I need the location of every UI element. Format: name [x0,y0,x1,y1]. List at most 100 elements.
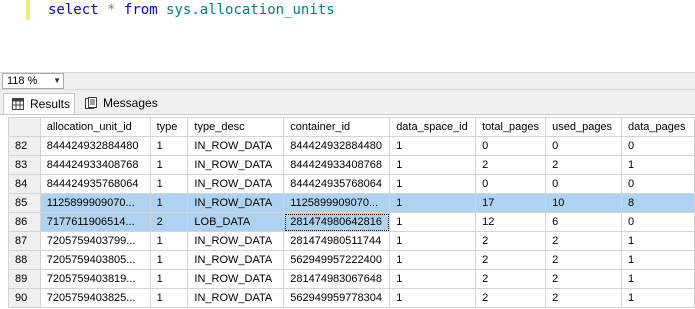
row-number[interactable]: 84 [8,174,41,194]
grid-cell[interactable]: 1 [389,288,477,308]
grid-cell[interactable]: 7205759403805... [39,250,151,270]
grid-cell[interactable]: 844424933408768 [283,155,391,175]
grid-cell[interactable]: 562949959778304 [283,288,391,308]
column-header[interactable]: type [149,117,189,137]
grid-cell[interactable]: 1 [389,231,477,251]
grid-cell[interactable]: 1 [149,288,189,308]
grid-cell[interactable]: 844424932884480 [39,136,151,156]
grid-cell[interactable]: 12 [475,212,547,232]
grid-cell[interactable]: 1 [149,136,189,156]
grid-cell[interactable]: 0 [621,212,695,232]
grid-corner[interactable] [8,117,41,137]
grid-cell[interactable]: 1 [149,193,189,213]
grid-cell[interactable]: 0 [621,136,695,156]
grid-cell[interactable]: 0 [621,174,695,194]
grid-cell[interactable]: 1125899909070... [39,193,151,213]
grid-cell[interactable]: 2 [545,250,622,270]
column-header[interactable]: total_pages [475,117,547,137]
tab-results[interactable]: Results [3,93,75,114]
grid-cell[interactable]: IN_ROW_DATA [187,193,285,213]
grid-cell[interactable]: 2 [475,269,547,289]
grid-cell[interactable]: 8 [621,193,695,213]
grid-cell[interactable]: 1 [149,174,189,194]
grid-cell[interactable]: 1 [389,136,477,156]
row-number[interactable]: 82 [8,136,41,156]
column-header[interactable]: type_desc [187,117,285,137]
grid-cell[interactable]: 0 [545,174,622,194]
results-table: allocation_unit_id type type_desc contai… [8,117,695,308]
grid-cell[interactable]: 2 [475,231,547,251]
row-number[interactable]: 85 [8,193,41,213]
column-header[interactable]: used_pages [545,117,622,137]
grid-cell[interactable]: 1 [149,155,189,175]
grid-cell[interactable]: 562949957222400 [283,250,391,270]
grid-cell[interactable]: 1 [149,269,189,289]
grid-cell[interactable]: 2 [545,231,622,251]
zoom-select[interactable]: 118 % ▼ [2,73,64,89]
grid-cell[interactable]: 0 [475,136,547,156]
row-number[interactable]: 83 [8,155,41,175]
query-editor[interactable]: select * from sys.allocation_units [0,0,695,72]
grid-cell[interactable]: 1 [621,231,695,251]
column-header[interactable]: allocation_unit_id [39,117,151,137]
grid-cell[interactable]: 7177611906514... [39,212,151,232]
grid-cell[interactable]: 281474983067648 [283,269,391,289]
grid-cell-focused[interactable]: 281474980642816 [283,212,391,232]
grid-cell[interactable]: 2 [545,288,622,308]
grid-cell[interactable]: 2 [545,155,622,175]
grid-cell[interactable]: 1 [621,250,695,270]
grid-cell[interactable]: 1 [389,193,477,213]
grid-cell[interactable]: 1 [621,288,695,308]
grid-cell[interactable]: 1 [389,269,477,289]
grid-cell[interactable]: 844424935768064 [39,174,151,194]
grid-cell[interactable]: IN_ROW_DATA [187,250,285,270]
row-number[interactable]: 90 [8,288,41,308]
chevron-down-icon[interactable]: ▼ [53,74,61,88]
tab-messages[interactable]: Messages [77,93,158,113]
grid-cell[interactable]: 2 [545,269,622,289]
grid-cell[interactable]: 2 [475,155,547,175]
grid-cell[interactable]: IN_ROW_DATA [187,231,285,251]
grid-cell[interactable]: IN_ROW_DATA [187,155,285,175]
grid-cell[interactable]: 844424935768064 [283,174,391,194]
grid-cell[interactable]: 281474980511744 [283,231,391,251]
grid-cell[interactable]: 1 [389,155,477,175]
grid-cell[interactable]: 1 [389,174,477,194]
grid-cell[interactable]: 1125899909070... [283,193,391,213]
grid-cell[interactable]: 1 [621,155,695,175]
grid-cell[interactable]: 17 [475,193,547,213]
grid-cell[interactable]: IN_ROW_DATA [187,269,285,289]
column-header[interactable]: data_pages [621,117,695,137]
grid-cell[interactable]: IN_ROW_DATA [187,288,285,308]
results-grid[interactable]: allocation_unit_id type type_desc contai… [8,117,695,309]
grid-cell[interactable]: 1 [149,250,189,270]
grid-cell[interactable]: 10 [545,193,622,213]
table-name: sys.allocation_units [166,2,335,18]
grid-cell[interactable]: 2 [475,288,547,308]
tab-messages-label: Messages [103,96,158,110]
grid-cell[interactable]: 2 [149,212,189,232]
grid-cell[interactable]: 844424932884480 [283,136,391,156]
column-header[interactable]: container_id [283,117,391,137]
grid-cell[interactable]: 1 [389,250,477,270]
row-number[interactable]: 88 [8,250,41,270]
grid-cell[interactable]: 1 [621,269,695,289]
grid-cell[interactable]: 0 [545,136,622,156]
grid-cell[interactable]: 1 [149,231,189,251]
grid-cell[interactable]: 1 [389,212,477,232]
row-number[interactable]: 87 [8,231,41,251]
grid-cell[interactable]: 0 [475,174,547,194]
row-number[interactable]: 86 [8,212,41,232]
grid-cell[interactable]: 2 [475,250,547,270]
grid-cell[interactable]: IN_ROW_DATA [187,136,285,156]
grid-cell[interactable]: IN_ROW_DATA [187,174,285,194]
grid-cell[interactable]: 7205759403799... [39,231,151,251]
query-line[interactable]: select * from sys.allocation_units [48,0,335,20]
grid-cell[interactable]: 844424933408768 [39,155,151,175]
row-number[interactable]: 89 [8,269,41,289]
column-header[interactable]: data_space_id [389,117,477,137]
grid-cell[interactable]: 7205759403825... [39,288,151,308]
grid-cell[interactable]: LOB_DATA [187,212,285,232]
grid-cell[interactable]: 6 [545,212,622,232]
grid-cell[interactable]: 7205759403819... [39,269,151,289]
